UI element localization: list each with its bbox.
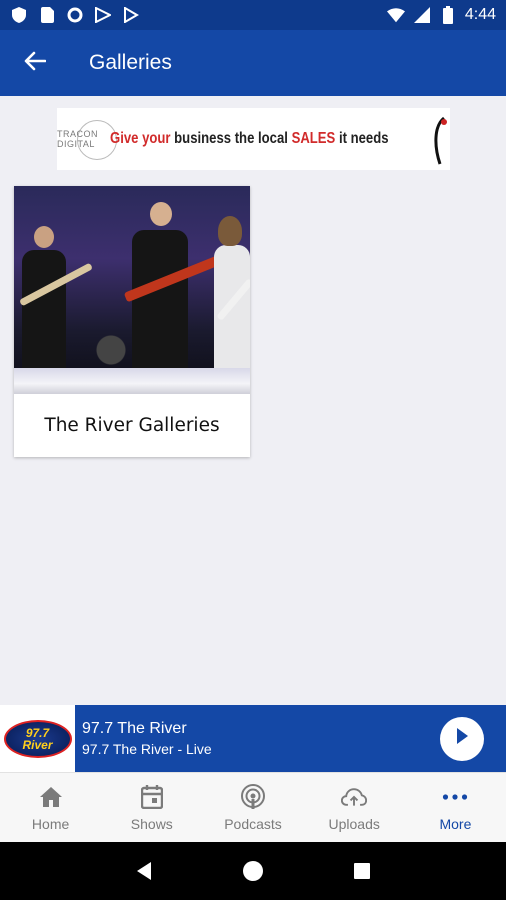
system-recents-button[interactable]: [347, 856, 377, 886]
status-left-icons: [10, 6, 140, 24]
square-recents-icon: [353, 863, 370, 879]
nav-label-uploads: Uploads: [328, 815, 380, 832]
flag-icon: [94, 6, 112, 24]
nav-item-home[interactable]: Home: [0, 773, 101, 842]
arrow-back-icon: [24, 51, 47, 76]
nav-item-uploads[interactable]: Uploads: [304, 773, 405, 842]
stage-graphic: [14, 368, 250, 394]
gallery-thumbnail: [14, 186, 250, 394]
ad-text-2: it needs: [335, 130, 389, 147]
app-bar: Galleries: [0, 30, 506, 96]
circle-home-icon: [242, 861, 263, 881]
gallery-card[interactable]: The River Galleries: [14, 186, 250, 457]
nav-label-home: Home: [31, 815, 70, 832]
status-time: 4:44: [464, 6, 496, 23]
page-title: Galleries: [89, 51, 172, 74]
podcast-icon: [240, 783, 266, 810]
ad-text-1: business the local: [170, 130, 292, 147]
station-subtitle: 97.7 The River - Live: [82, 741, 212, 757]
nav-label-more: More: [439, 815, 472, 832]
ad-mark-icon: [434, 116, 447, 165]
logo-text-1: 97.7: [25, 725, 50, 740]
back-button[interactable]: [0, 30, 70, 96]
nav-label-shows: Shows: [130, 815, 173, 832]
calendar-icon: [139, 784, 165, 810]
signal-icon: [413, 6, 431, 24]
triangle-back-icon: [137, 862, 152, 880]
play-store-icon: [122, 6, 140, 24]
ad-brand: TRACON DIGITAL: [57, 129, 98, 149]
player-info: 97.7 The River 97.7 The River - Live: [82, 720, 440, 757]
circle-icon: [66, 6, 84, 24]
logo-text-2: River: [22, 737, 53, 752]
ad-banner[interactable]: TRACON DIGITAL Give your business the lo…: [57, 108, 450, 170]
station-logo: 97.7 River: [0, 705, 75, 772]
more-icon: [442, 784, 468, 810]
nav-item-more[interactable]: More: [405, 773, 506, 842]
bottom-nav: Home Shows Podcasts Uploads More: [0, 772, 506, 842]
nav-label-podcasts: Podcasts: [224, 815, 282, 832]
home-icon: [38, 784, 64, 810]
nav-item-podcasts[interactable]: Podcasts: [202, 773, 303, 842]
shield-icon: [10, 6, 28, 24]
cloud-upload-icon: [341, 784, 368, 810]
system-back-button[interactable]: [129, 856, 159, 886]
sim-card-icon: [38, 6, 56, 24]
ad-text-red-2: SALES: [291, 130, 336, 147]
status-right: 4:44: [386, 6, 496, 24]
battery-icon: [439, 6, 457, 24]
station-name: 97.7 The River: [82, 720, 187, 737]
ad-text: Give your business the local SALES it ne…: [110, 130, 389, 148]
play-button[interactable]: [440, 716, 484, 761]
ad-text-red-1: Give your: [110, 130, 171, 147]
gallery-title: The River Galleries: [44, 415, 220, 436]
system-nav-bar: [0, 842, 506, 900]
play-icon: [454, 727, 470, 750]
system-home-button[interactable]: [238, 856, 268, 886]
status-bar: 4:44: [0, 0, 506, 30]
now-playing-bar[interactable]: 97.7 River 97.7 The River 97.7 The River…: [0, 705, 506, 772]
ad-logo: TRACON DIGITAL: [57, 108, 117, 170]
nav-item-shows[interactable]: Shows: [101, 773, 202, 842]
wifi-icon: [386, 6, 405, 24]
